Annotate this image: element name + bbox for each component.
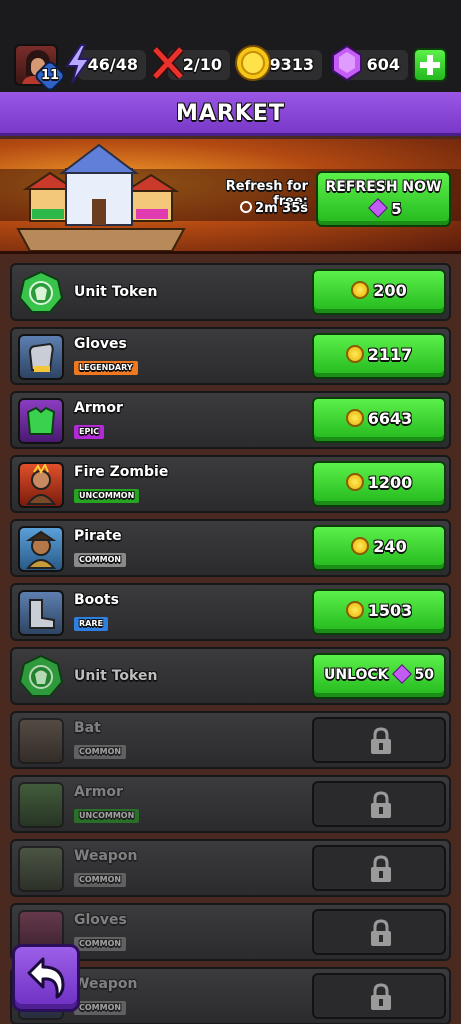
price-value: 2117 — [367, 345, 413, 364]
item-name: Bat — [74, 720, 101, 736]
weapon-item-icon — [18, 846, 64, 892]
market-banner: Refresh for free: 2m 35s REFRESH NOW 5 — [0, 139, 461, 254]
gem-icon — [332, 44, 362, 82]
refresh-timer: 2m 35s — [212, 201, 308, 216]
pirate-icon — [18, 526, 64, 572]
rarity-tag: COMMON — [74, 1001, 127, 1015]
item-name: Unit Token — [74, 284, 158, 300]
armor-item-icon — [18, 782, 64, 828]
market-row-pirate: Pirate COMMON 240 — [10, 519, 451, 577]
price-value: 240 — [373, 537, 407, 556]
boots-item-icon — [18, 590, 64, 636]
lock-icon — [371, 855, 391, 882]
item-name: Armor — [74, 784, 123, 800]
gem-icon — [368, 198, 389, 218]
coin-icon — [345, 345, 364, 363]
rarity-tag: COMMON — [74, 745, 127, 759]
rarity-tag: COMMON — [74, 553, 127, 567]
locked-slot-button[interactable] — [312, 845, 446, 891]
item-name: Weapon — [74, 976, 138, 992]
energy-bolt-icon — [65, 44, 91, 84]
item-name: Weapon — [74, 848, 138, 864]
coin-icon — [351, 537, 370, 555]
bat-unit-icon — [18, 718, 64, 764]
market-row-armor: Armor EPIC 6643 — [10, 391, 451, 449]
refresh-cost-value: 5 — [391, 200, 402, 218]
item-name: Gloves — [74, 336, 127, 352]
item-name: Pirate — [74, 528, 122, 544]
refresh-now-button[interactable]: REFRESH NOW 5 — [316, 171, 451, 227]
rarity-tag: COMMON — [74, 937, 127, 951]
back-button[interactable] — [12, 944, 80, 1012]
resource-bar: 11 46/48 2/10 9313 604 — [0, 0, 461, 93]
market-row-armor-locked: Armor UNCOMMON — [10, 775, 451, 833]
market-row-unit-token: Unit Token 200 — [10, 263, 451, 321]
coin-icon — [345, 409, 364, 427]
locked-slot-button[interactable] — [312, 909, 446, 955]
unlock-button[interactable]: UNLOCK 50 — [312, 653, 446, 699]
coin-icon — [345, 601, 364, 619]
player-level: 11 — [40, 68, 60, 83]
coin-icon — [235, 45, 271, 81]
lock-icon — [371, 791, 391, 818]
fire-zombie-icon — [18, 462, 64, 508]
rarity-tag: EPIC — [74, 425, 105, 439]
timer-value: 2m 35s — [255, 201, 308, 216]
locked-slot-button[interactable] — [312, 973, 446, 1019]
market-row-bat: Bat COMMON — [10, 711, 451, 769]
coin-icon — [345, 473, 364, 491]
item-name: Gloves — [74, 912, 127, 928]
coin-icon — [351, 281, 370, 299]
add-gems-button[interactable] — [413, 48, 447, 82]
buy-button[interactable]: 6643 — [312, 397, 446, 443]
buy-button[interactable]: 200 — [312, 269, 446, 315]
gloves-item-icon — [18, 334, 64, 380]
rarity-tag: COMMON — [74, 873, 127, 887]
lock-icon — [371, 983, 391, 1010]
clock-icon — [240, 201, 253, 213]
armor-item-icon — [18, 398, 64, 444]
price-value: 6643 — [367, 409, 413, 428]
buy-button[interactable]: 240 — [312, 525, 446, 571]
market-row-weapon: Weapon COMMON — [10, 839, 451, 897]
rarity-tag: UNCOMMON — [74, 489, 140, 503]
price-value: 200 — [373, 281, 407, 300]
market-building-icon — [16, 143, 186, 251]
price-value: 1503 — [367, 601, 413, 620]
unit-token-icon — [18, 654, 64, 697]
lock-icon — [371, 919, 391, 946]
rarity-tag: RARE — [74, 617, 108, 631]
rarity-tag: LEGENDARY — [74, 361, 138, 375]
market-row-fire-zombie: Fire Zombie UNCOMMON 1200 — [10, 455, 451, 513]
page-title: MARKET — [0, 92, 461, 136]
unlock-label: UNLOCK — [323, 667, 389, 683]
buy-button[interactable]: 1503 — [312, 589, 446, 635]
crossed-swords-icon — [152, 46, 184, 80]
unit-token-icon — [18, 270, 64, 313]
buy-button[interactable]: 1200 — [312, 461, 446, 507]
price-value: 1200 — [367, 473, 413, 492]
plus-icon — [420, 55, 440, 75]
item-name: Armor — [74, 400, 123, 416]
refresh-cost: 5 — [318, 198, 449, 218]
gem-icon — [391, 663, 412, 684]
market-row-gloves: Gloves LEGENDARY 2117 — [10, 327, 451, 385]
locked-slot-button[interactable] — [312, 781, 446, 827]
back-arrow-icon — [27, 957, 65, 999]
item-name: Fire Zombie — [74, 464, 169, 480]
market-row-boots: Boots RARE 1503 — [10, 583, 451, 641]
item-name: Unit Token — [74, 668, 158, 684]
market-row-unit-token-locked: Unit Token UNLOCK 50 — [10, 647, 451, 705]
buy-button[interactable]: 2117 — [312, 333, 446, 379]
locked-slot-button[interactable] — [312, 717, 446, 763]
unlock-cost: 50 — [414, 667, 434, 683]
lock-icon — [371, 727, 391, 754]
item-name: Boots — [74, 592, 119, 608]
rarity-tag: UNCOMMON — [74, 809, 140, 823]
refresh-now-label: REFRESH NOW — [325, 179, 442, 195]
